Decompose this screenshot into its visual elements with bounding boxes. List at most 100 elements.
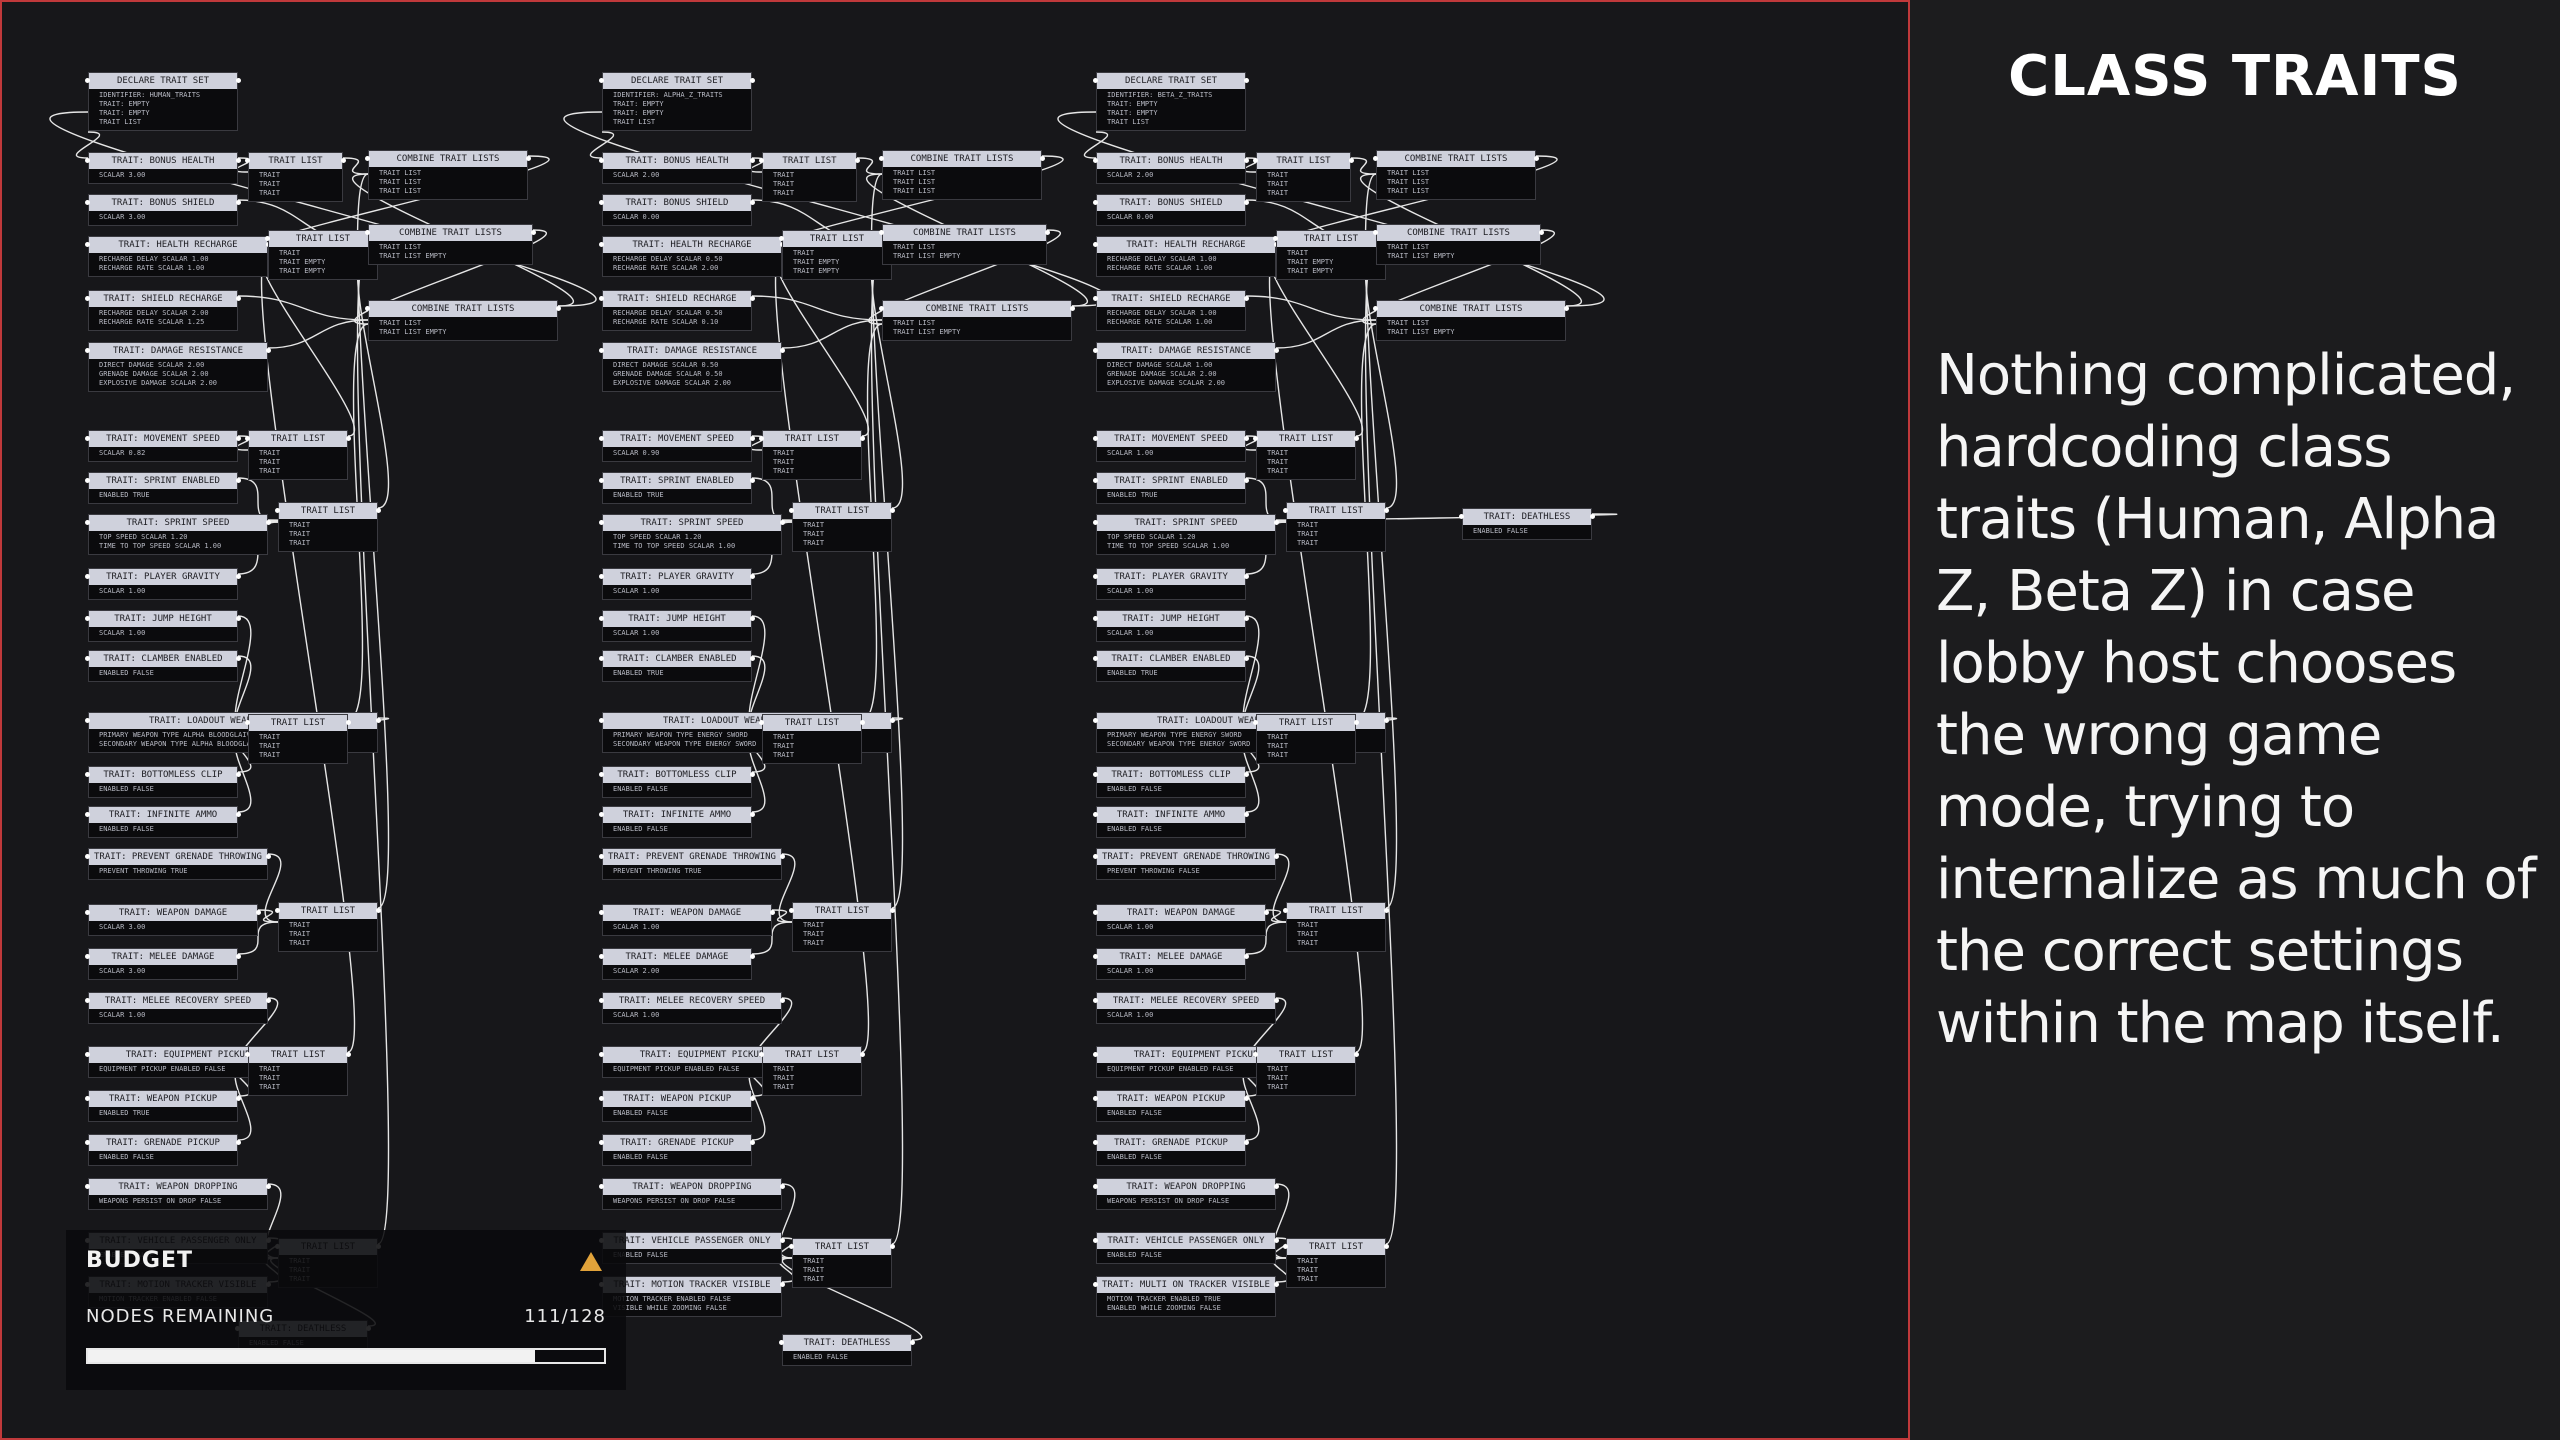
trait-node[interactable]: DECLARE TRAIT SET IDENTIFIER: HUMAN_TRAIT… (85, 72, 241, 131)
trait-list-node[interactable]: TRAIT LISTTRAITTRAITTRAIT (759, 430, 865, 480)
trait-node[interactable]: TRAIT: VEHICLE PASSENGER ONLY ENABLED FAL… (599, 1232, 785, 1264)
trait-list-node[interactable]: TRAIT LISTTRAITTRAITTRAIT (245, 1046, 351, 1096)
trait-node[interactable]: TRAIT: WEAPON DAMAGE SCALAR 1.00 (599, 904, 775, 936)
trait-node[interactable]: TRAIT: MELEE DAMAGE SCALAR 2.00 (599, 948, 755, 980)
node-pin[interactable]: TRAIT (1297, 521, 1379, 530)
node-pin[interactable]: ENABLED FALSE (1107, 1109, 1239, 1118)
node-pin[interactable]: GRENADE DAMAGE SCALAR 0.50 (613, 370, 775, 379)
trait-node[interactable]: DECLARE TRAIT SET IDENTIFIER: BETA_Z_TRAI… (1093, 72, 1249, 131)
node-pin[interactable]: TRAIT (259, 189, 336, 198)
node-pin[interactable]: WEAPONS PERSIST ON DROP FALSE (99, 1197, 261, 1206)
node-pin[interactable]: TRAIT (1297, 1257, 1379, 1266)
node-pin[interactable]: TRAIT LIST (1387, 187, 1529, 196)
trait-node[interactable]: TRAIT: DAMAGE RESISTANCE DIRECT DAMAGE SC… (599, 342, 785, 392)
node-pin[interactable]: SCALAR 2.00 (613, 171, 745, 180)
node-pin[interactable]: TRAIT LIST EMPTY (1387, 328, 1559, 337)
node-pin[interactable]: DIRECT DAMAGE SCALAR 1.00 (1107, 361, 1269, 370)
node-pin[interactable]: TRAIT (773, 171, 850, 180)
node-pin[interactable]: ENABLED FALSE (99, 669, 231, 678)
trait-node[interactable]: TRAIT: MELEE RECOVERY SPEED SCALAR 1.00 (85, 992, 271, 1024)
node-pin[interactable]: SCALAR 0.00 (613, 213, 745, 222)
node-pin[interactable]: RECHARGE RATE SCALAR 1.00 (1107, 318, 1239, 327)
node-pin[interactable]: RECHARGE DELAY SCALAR 0.50 (613, 255, 775, 264)
node-pin[interactable]: RECHARGE RATE SCALAR 1.00 (1107, 264, 1269, 273)
node-pin[interactable]: ENABLED TRUE (613, 669, 745, 678)
node-pin[interactable]: TOP SPEED SCALAR 1.20 (613, 533, 775, 542)
node-pin[interactable]: TRAIT (259, 742, 341, 751)
node-pin[interactable]: TRAIT (1267, 1083, 1349, 1092)
trait-node[interactable]: TRAIT: MOTION TRACKER VISIBLEMOTION TRAC… (599, 1276, 785, 1317)
node-pin[interactable]: TRAIT (289, 921, 371, 930)
trait-node[interactable]: TRAIT: SPRINT SPEED TOP SPEED SCALAR 1.20… (1093, 514, 1279, 555)
node-pin[interactable]: TRAIT (1267, 180, 1344, 189)
node-pin[interactable]: SCALAR 1.00 (613, 629, 745, 638)
trait-list-node[interactable]: COMBINE TRAIT LISTS TRAIT LIST TRAIT LIST … (365, 224, 536, 265)
trait-node[interactable]: TRAIT: DEATHLESS ENABLED FALSE (1459, 508, 1595, 540)
node-pin[interactable]: ENABLED FALSE (613, 825, 745, 834)
trait-node[interactable]: TRAIT: SPRINT SPEED TOP SPEED SCALAR 1.20… (599, 514, 785, 555)
trait-node[interactable]: TRAIT: GRENADE PICKUP ENABLED FALSE (85, 1134, 241, 1166)
node-pin[interactable]: TRAIT LIST (379, 319, 551, 328)
node-pin[interactable]: ENABLED FALSE (99, 785, 231, 794)
node-pin[interactable]: TRAIT LIST (379, 187, 521, 196)
node-pin[interactable]: EXPLOSIVE DAMAGE SCALAR 2.00 (99, 379, 261, 388)
node-pin[interactable]: ENABLED FALSE (613, 1109, 745, 1118)
node-pin[interactable]: TRAIT (289, 539, 371, 548)
node-pin[interactable]: ENABLED TRUE (1107, 491, 1239, 500)
node-pin[interactable]: TRAIT (259, 1083, 341, 1092)
trait-list-node[interactable]: TRAIT LISTTRAITTRAITTRAIT (759, 1046, 865, 1096)
node-pin[interactable]: SCALAR 1.00 (1107, 967, 1239, 976)
trait-node[interactable]: TRAIT: MELEE RECOVERY SPEED SCALAR 1.00 (599, 992, 785, 1024)
node-pin[interactable]: TRAIT (259, 458, 341, 467)
trait-node[interactable]: TRAIT: BOTTOMLESS CLIP ENABLED FALSE (599, 766, 755, 798)
node-pin[interactable]: TRAIT (773, 189, 850, 198)
node-pin[interactable]: TRAIT (1267, 733, 1349, 742)
node-pin[interactable]: PREVENT THROWING FALSE (1107, 867, 1269, 876)
trait-list-node[interactable]: TRAIT LISTTRAITTRAITTRAIT (275, 902, 381, 952)
trait-node[interactable]: TRAIT: DAMAGE RESISTANCE DIRECT DAMAGE SC… (85, 342, 271, 392)
trait-node[interactable]: TRAIT: BONUS SHIELD SCALAR 0.00 (599, 194, 755, 226)
node-pin[interactable]: TRAIT (793, 249, 885, 258)
trait-node[interactable]: TRAIT: WEAPON DAMAGE SCALAR 1.00 (1093, 904, 1269, 936)
node-pin[interactable]: TRAIT (259, 180, 336, 189)
node-pin[interactable]: SCALAR 2.00 (613, 967, 745, 976)
node-pin[interactable]: TIME TO TOP SPEED SCALAR 1.00 (1107, 542, 1269, 551)
node-pin[interactable]: TRAIT (803, 521, 885, 530)
trait-node[interactable]: TRAIT: SHIELD RECHARGE RECHARGE DELAY SCA… (599, 290, 755, 331)
node-pin[interactable]: TRAIT: EMPTY (613, 100, 745, 109)
trait-node[interactable]: TRAIT: WEAPON DROPPING WEAPONS PERSIST ON… (1093, 1178, 1279, 1210)
node-pin[interactable]: ENABLED FALSE (613, 785, 745, 794)
trait-node[interactable]: TRAIT: SPRINT SPEED TOP SPEED SCALAR 1.20… (85, 514, 271, 555)
trait-node[interactable]: TRAIT: WEAPON DROPPING WEAPONS PERSIST ON… (85, 1178, 271, 1210)
trait-node[interactable]: TRAIT: WEAPON PICKUP ENABLED FALSE (599, 1090, 755, 1122)
trait-node[interactable]: TRAIT: HEALTH RECHARGE RECHARGE DELAY SCA… (1093, 236, 1279, 277)
node-pin[interactable]: TRAIT (289, 530, 371, 539)
trait-node[interactable]: TRAIT: CLAMBER ENABLED ENABLED FALSE (85, 650, 241, 682)
trait-list-node[interactable]: TRAIT LISTTRAITTRAITTRAIT (789, 502, 895, 552)
node-pin[interactable]: MOTION TRACKER ENABLED TRUE (1107, 1295, 1269, 1304)
node-pin[interactable]: RECHARGE DELAY SCALAR 1.00 (99, 255, 261, 264)
trait-node[interactable]: TRAIT: BONUS HEALTH SCALAR 2.00 (1093, 152, 1249, 184)
node-pin[interactable]: TRAIT (803, 939, 885, 948)
node-pin[interactable]: TRAIT LIST EMPTY (379, 252, 526, 261)
node-pin[interactable]: TRAIT (773, 1074, 855, 1083)
trait-node[interactable]: TRAIT: MOVEMENT SPEED SCALAR 1.00 (1093, 430, 1249, 462)
trait-node[interactable]: TRAIT: PREVENT GRENADE THROWING PREVENT T… (85, 848, 271, 880)
node-pin[interactable]: TRAIT (259, 449, 341, 458)
node-pin[interactable]: SCALAR 1.00 (1107, 923, 1259, 932)
node-pin[interactable]: IDENTIFIER: HUMAN_TRAITS (99, 91, 231, 100)
node-pin[interactable]: TRAIT (803, 921, 885, 930)
trait-node[interactable]: TRAIT: DEATHLESS ENABLED FALSE (779, 1334, 915, 1366)
node-pin[interactable]: TRAIT LIST (1107, 118, 1239, 127)
node-pin[interactable]: ENABLED FALSE (1107, 785, 1239, 794)
node-pin[interactable]: WEAPONS PERSIST ON DROP FALSE (1107, 1197, 1269, 1206)
trait-list-node[interactable]: COMBINE TRAIT LISTS TRAIT LIST TRAIT LIST … (879, 224, 1050, 265)
node-pin[interactable]: DIRECT DAMAGE SCALAR 2.00 (99, 361, 261, 370)
trait-list-node[interactable]: TRAIT LISTTRAITTRAITTRAIT (245, 714, 351, 764)
trait-node[interactable]: TRAIT: PREVENT GRENADE THROWING PREVENT T… (1093, 848, 1279, 880)
node-pin[interactable]: RECHARGE DELAY SCALAR 2.00 (99, 309, 231, 318)
node-pin[interactable]: ENABLED FALSE (99, 825, 231, 834)
node-pin[interactable]: TRAIT (1297, 1266, 1379, 1275)
trait-node[interactable]: TRAIT: HEALTH RECHARGE RECHARGE DELAY SCA… (85, 236, 271, 277)
node-pin[interactable]: TRAIT LIST EMPTY (893, 252, 1040, 261)
